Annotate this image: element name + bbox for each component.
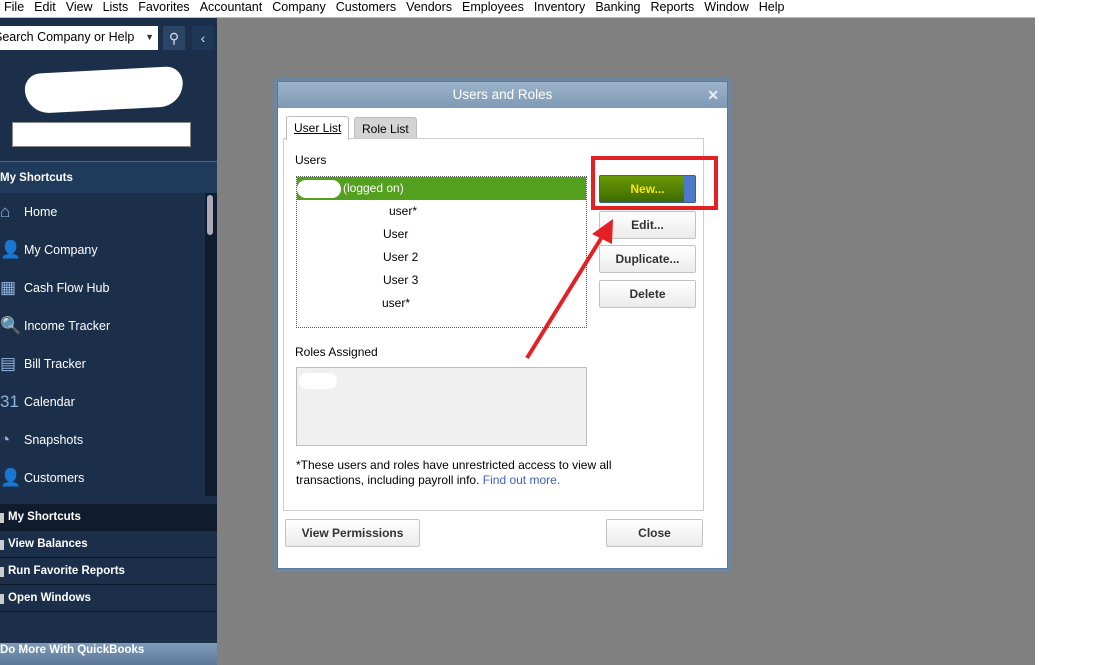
close-button[interactable]: Close [606, 519, 703, 547]
menu-customers[interactable]: Customers [332, 0, 402, 17]
dialog-titlebar: Users and Roles ✕ [278, 82, 727, 108]
collapse-icon[interactable]: ‹ [192, 26, 214, 50]
calendar-icon: 31 [0, 392, 19, 411]
sidebar-item-snapshots[interactable]: ◔ Snapshots [0, 421, 205, 459]
tab-label: User List [294, 121, 342, 135]
menu-reports[interactable]: Reports [647, 0, 701, 17]
sidebar-item-label: Income Tracker [24, 319, 111, 333]
note-text: *These users and roles have unrestricted… [296, 458, 612, 487]
user-row[interactable]: user* [297, 200, 586, 223]
search-placeholder: Search Company or Help [0, 30, 135, 44]
bottom-tab-open-windows[interactable]: Open Windows [0, 585, 217, 612]
new-button[interactable]: New... [599, 175, 696, 203]
user-name: user* [389, 204, 418, 218]
sidebar-item-cash-flow-hub[interactable]: ▦ Cash Flow Hub [0, 269, 205, 307]
company-field [12, 122, 191, 147]
shortcuts-header: My Shortcuts [0, 161, 217, 193]
menu-vendors[interactable]: Vendors [402, 0, 458, 17]
user-row[interactable]: User 3 [297, 269, 586, 292]
tab-role-list[interactable]: Role List [354, 117, 417, 138]
bottom-tab-view-balances[interactable]: View Balances [0, 531, 217, 558]
income-tracker-icon: 🔍 [0, 316, 22, 335]
user-row[interactable]: User [297, 223, 586, 246]
menu-company[interactable]: Company [268, 0, 332, 17]
delete-button[interactable]: Delete [599, 280, 696, 308]
access-note: *These users and roles have unrestricted… [296, 458, 626, 488]
my-company-icon: 👤 [0, 240, 22, 259]
tab-label: Role List [362, 122, 409, 136]
menu-view[interactable]: View [62, 0, 99, 17]
edit-button[interactable]: Edit... [599, 211, 696, 239]
user-row[interactable]: (logged on) [297, 177, 586, 200]
find-out-more-link[interactable]: Find out more. [483, 473, 560, 487]
sidebar-item-customers[interactable]: 👤 Customers [0, 459, 205, 497]
cash-flow-icon: ▦ [0, 278, 17, 297]
sidebar-item-label: My Company [24, 243, 98, 257]
sidebar-item-label: Home [24, 205, 58, 219]
tab-user-list[interactable]: User List [286, 116, 350, 140]
sidebar-item-home[interactable]: ⌂ Home [0, 193, 205, 231]
menu-favorites[interactable]: Favorites [134, 0, 195, 17]
sidebar-item-bill-tracker[interactable]: ▤ Bill Tracker [0, 345, 205, 383]
duplicate-button[interactable]: Duplicate... [599, 245, 696, 273]
menu-file[interactable]: File [0, 0, 30, 17]
user-row[interactable]: user* [297, 292, 586, 315]
close-icon[interactable]: ✕ [707, 82, 719, 108]
user-name: (logged on) [343, 181, 404, 195]
search-input[interactable]: Search Company or Help ▼ [0, 26, 158, 50]
shortcut-list: ⌂ Home 👤 My Company ▦ Cash Flow Hub 🔍 Income Tr… [0, 193, 205, 495]
menu-banking[interactable]: Banking [591, 0, 646, 17]
do-more-banner[interactable]: Do More With QuickBooks [0, 643, 217, 665]
user-name: User 3 [383, 273, 419, 287]
menu-bar: File Edit View Lists Favorites Accountant Comp… [0, 0, 1035, 18]
bill-tracker-icon: ▤ [0, 354, 17, 373]
roles-assigned-box [296, 367, 587, 446]
user-name: User [383, 227, 409, 241]
menu-lists[interactable]: Lists [99, 0, 135, 17]
sidebar-item-my-company[interactable]: 👤 My Company [0, 231, 205, 269]
sidebar-item-income-tracker[interactable]: 🔍 Income Tracker [0, 307, 205, 345]
sidebar-item-label: Calendar [24, 395, 75, 409]
home-icon: ⌂ [0, 202, 11, 221]
dropdown-icon[interactable]: ▼ [145, 26, 154, 48]
sidebar: Search Company or Help ▼ ⚲ ‹ My Shortcuts… [0, 18, 217, 665]
customers-icon: 👤 [0, 468, 22, 487]
bottom-tab-my-shortcuts[interactable]: My Shortcuts [0, 504, 217, 531]
sidebar-item-label: Cash Flow Hub [24, 281, 110, 295]
scrollbar[interactable] [205, 193, 217, 496]
menu-window[interactable]: Window [700, 0, 754, 17]
user-row[interactable]: User 2 [297, 246, 586, 269]
user-name: User 2 [383, 250, 419, 264]
menu-accountant[interactable]: Accountant [196, 0, 269, 17]
menu-edit[interactable]: Edit [30, 0, 62, 17]
users-and-roles-dialog: Users and Roles ✕ User List Role List Use… [277, 81, 728, 569]
sidebar-item-label: Snapshots [24, 433, 84, 447]
users-list[interactable]: (logged on) user* User User 2 User 3 user* [296, 176, 587, 328]
bottom-tab-run-favorite-reports[interactable]: Run Favorite Reports [0, 558, 217, 585]
sidebar-item-label: Bill Tracker [24, 357, 86, 371]
view-permissions-button[interactable]: View Permissions [285, 519, 420, 547]
snapshots-icon: ◔ [0, 430, 11, 449]
sidebar-item-label: Customers [24, 471, 85, 485]
dialog-title: Users and Roles [452, 87, 553, 102]
user-name: user* [382, 296, 411, 310]
user-list-panel: Users (logged on) user* User User 2 User 3 us… [283, 138, 718, 511]
menu-inventory[interactable]: Inventory [530, 0, 591, 17]
search-icon[interactable]: ⚲ [163, 26, 185, 50]
company-name-redacted [24, 65, 184, 115]
menu-employees[interactable]: Employees [458, 0, 530, 17]
menu-help[interactable]: Help [755, 0, 791, 17]
sidebar-item-calendar[interactable]: 31 Calendar [0, 383, 205, 421]
users-label: Users [295, 153, 327, 167]
roles-label: Roles Assigned [295, 345, 378, 359]
